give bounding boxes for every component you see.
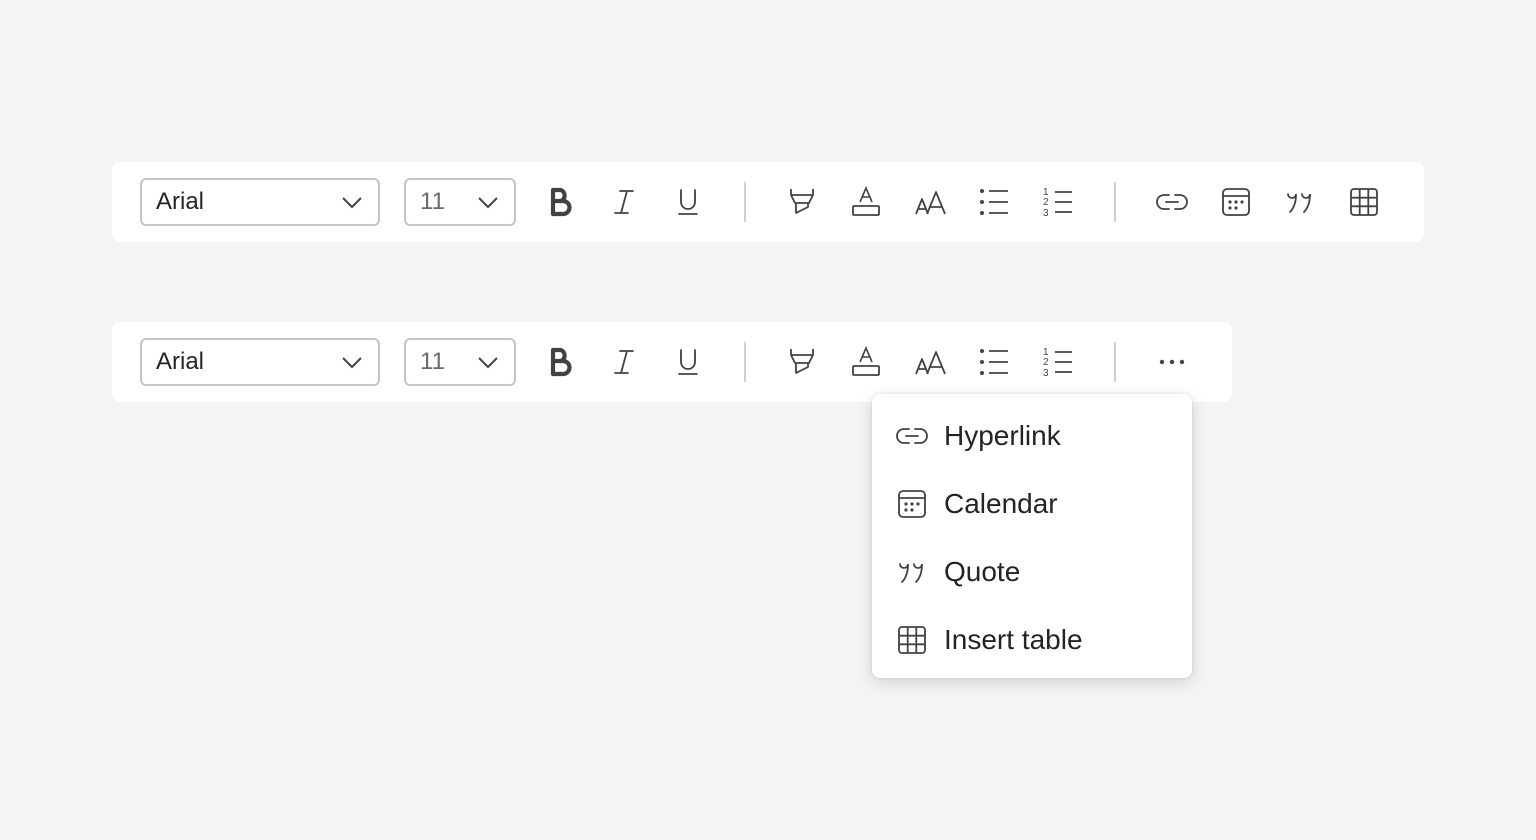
toolbar-divider	[744, 342, 746, 382]
underline-button[interactable]	[668, 182, 708, 222]
bold-button[interactable]	[540, 182, 580, 222]
chevron-down-icon	[342, 357, 362, 369]
menu-item-calendar[interactable]: Calendar	[872, 472, 1192, 536]
underline-icon	[678, 189, 698, 215]
font-size-button[interactable]	[910, 182, 950, 222]
chevron-down-icon	[478, 197, 498, 209]
italic-icon	[614, 190, 634, 214]
font-color-icon	[852, 185, 880, 216]
italic-button[interactable]	[604, 342, 644, 382]
more-icon	[1159, 359, 1185, 365]
highlight-button[interactable]	[782, 182, 822, 222]
svg-text:2: 2	[1043, 197, 1049, 208]
table-icon	[1350, 188, 1378, 216]
font-family-dropdown[interactable]: Arial	[140, 338, 380, 386]
bullet-list-icon	[980, 189, 1008, 215]
font-size-button[interactable]	[910, 342, 950, 382]
menu-item-label: Insert table	[944, 624, 1083, 655]
calendar-icon	[1222, 188, 1250, 216]
font-size-value: 11	[420, 348, 445, 375]
font-family-value: Arial	[156, 188, 205, 215]
calendar-icon	[896, 488, 928, 520]
font-size-dropdown[interactable]: 11	[404, 178, 516, 226]
bold-icon	[550, 347, 572, 377]
overflow-menu: Hyperlink Calendar Quote Insert table	[872, 394, 1192, 678]
numbered-list-button[interactable]: 123	[1038, 182, 1078, 222]
menu-item-label: Quote	[944, 556, 1021, 587]
quote-button[interactable]	[1280, 182, 1320, 222]
underline-button[interactable]	[668, 342, 708, 382]
link-icon	[1156, 194, 1188, 210]
font-size-dropdown[interactable]: 11	[404, 338, 516, 386]
toolbar-divider	[1114, 342, 1116, 382]
chevron-down-icon	[478, 357, 498, 369]
link-icon	[896, 420, 928, 452]
font-color-button[interactable]	[846, 342, 886, 382]
link-button[interactable]	[1152, 182, 1192, 222]
quote-icon	[1287, 193, 1311, 213]
bullet-list-button[interactable]	[974, 342, 1014, 382]
toolbar-divider	[1114, 182, 1116, 222]
table-button[interactable]	[1344, 182, 1384, 222]
menu-item-label: Calendar	[944, 488, 1058, 519]
numbered-list-button[interactable]: 123	[1038, 342, 1078, 382]
quote-icon	[896, 556, 928, 588]
menu-item-quote[interactable]: Quote	[872, 540, 1192, 604]
numbered-list-icon: 123	[1043, 187, 1072, 219]
italic-button[interactable]	[604, 182, 644, 222]
menu-item-insert-table[interactable]: Insert table	[872, 608, 1192, 672]
menu-item-hyperlink[interactable]: Hyperlink	[872, 404, 1192, 468]
svg-text:3: 3	[1043, 208, 1049, 219]
numbered-list-icon: 123	[1043, 347, 1072, 379]
formatting-toolbar-compact: Arial 11 123	[112, 322, 1232, 402]
calendar-button[interactable]	[1216, 182, 1256, 222]
bold-button[interactable]	[540, 342, 580, 382]
formatting-toolbar-full: Arial 11 123	[112, 162, 1424, 242]
font-family-dropdown[interactable]: Arial	[140, 178, 380, 226]
svg-text:2: 2	[1043, 357, 1049, 368]
bullet-list-icon	[980, 349, 1008, 375]
svg-text:3: 3	[1043, 368, 1049, 379]
font-family-value: Arial	[156, 348, 205, 375]
font-size-icon	[915, 351, 946, 375]
font-color-button[interactable]	[846, 182, 886, 222]
highlight-icon	[790, 189, 814, 214]
highlight-button[interactable]	[782, 342, 822, 382]
highlight-icon	[790, 349, 814, 374]
font-size-value: 11	[420, 188, 445, 215]
bullet-list-button[interactable]	[974, 182, 1014, 222]
table-icon	[896, 624, 928, 656]
underline-icon	[678, 349, 698, 375]
italic-icon	[614, 350, 634, 374]
toolbar-divider	[744, 182, 746, 222]
more-options-button[interactable]	[1152, 342, 1192, 382]
menu-item-label: Hyperlink	[944, 420, 1061, 451]
font-color-icon	[852, 345, 880, 376]
font-size-icon	[915, 191, 946, 215]
bold-icon	[550, 187, 572, 217]
chevron-down-icon	[342, 197, 362, 209]
